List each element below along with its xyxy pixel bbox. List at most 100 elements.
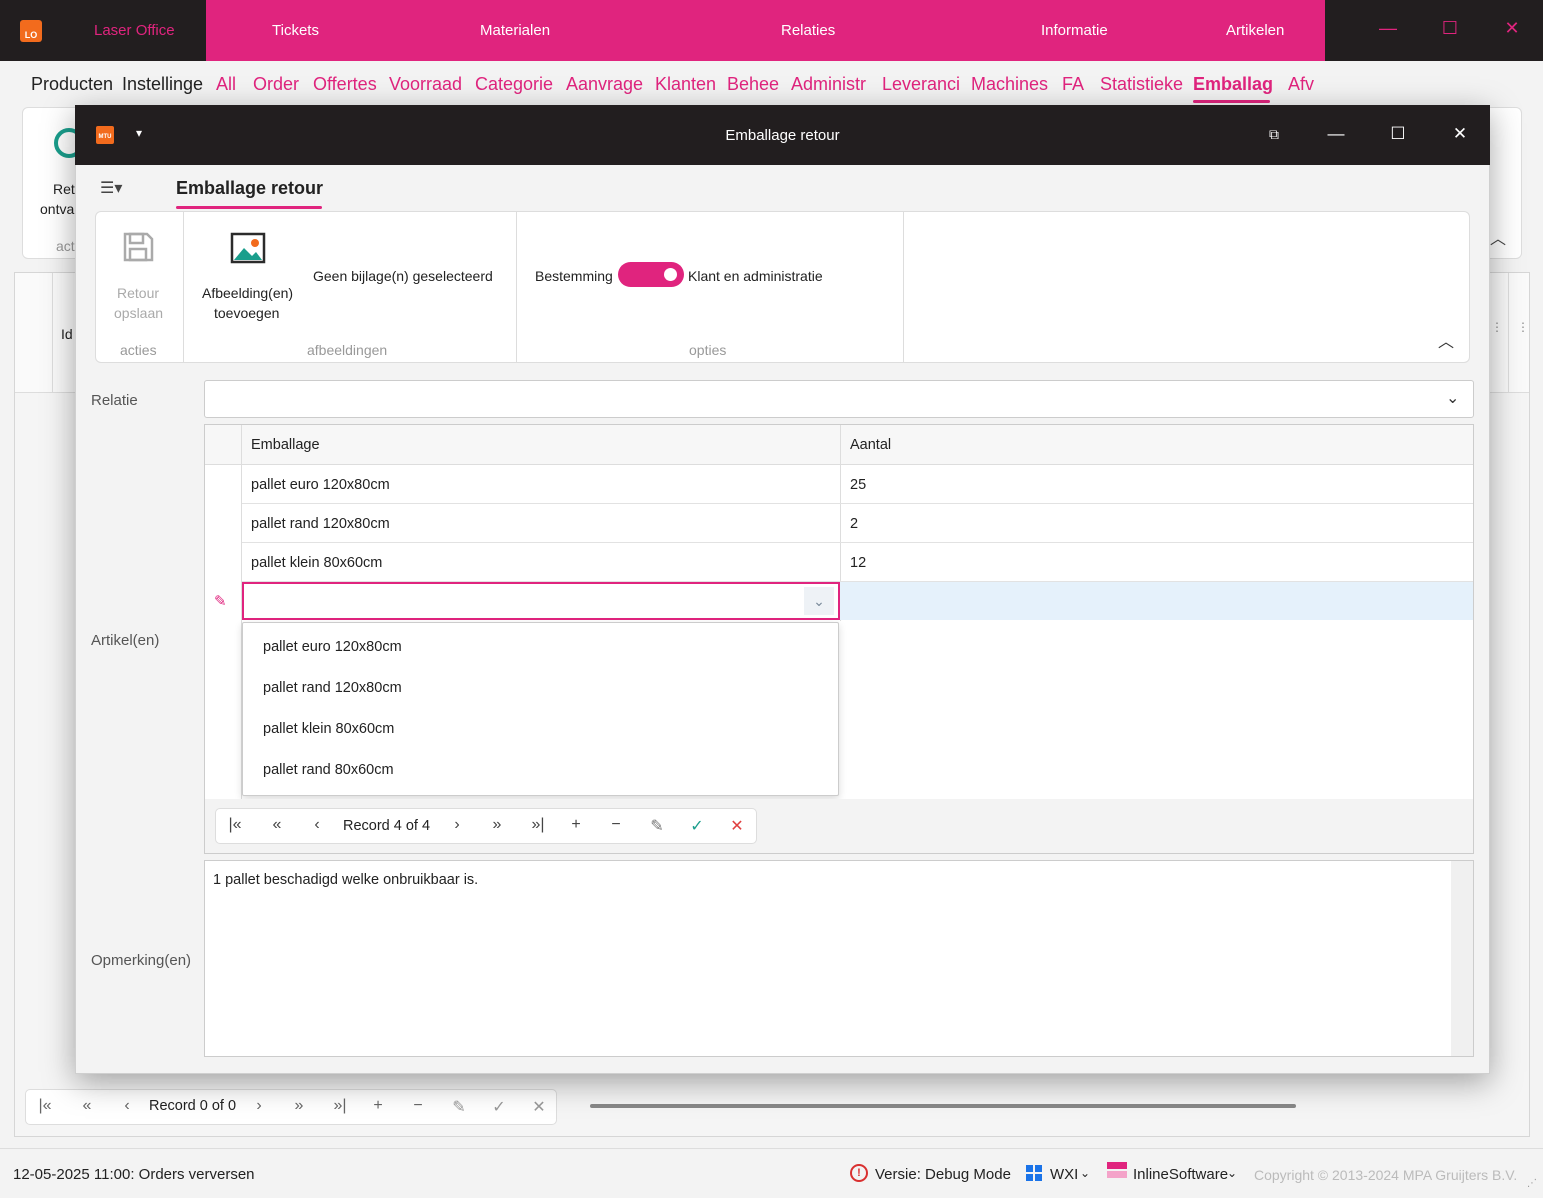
top-nav-tickets[interactable]: Tickets — [272, 22, 319, 39]
tab-emballage-retour[interactable]: Emballage retour — [176, 178, 323, 199]
tab-aanvrage[interactable]: Aanvrage — [566, 74, 643, 95]
close-icon[interactable]: ✕ — [1500, 18, 1524, 39]
dialog-maximize-icon[interactable]: ☐ — [1386, 124, 1410, 144]
tab-offertes[interactable]: Offertes — [313, 74, 377, 95]
ribbon-separator — [183, 212, 184, 362]
add-images-button[interactable]: Afbeelding(en) — [202, 285, 293, 301]
confirm-icon[interactable]: ✓ — [486, 1097, 512, 1117]
cell-emballage[interactable]: pallet euro 120x80cm — [251, 477, 390, 493]
chevron-up-icon[interactable]: ︿ — [1490, 225, 1506, 249]
menu-icon[interactable]: ☰▾ — [100, 178, 122, 198]
next-page-icon[interactable]: » — [286, 1097, 312, 1115]
relatie-combobox[interactable] — [204, 380, 1474, 418]
prev-record-icon[interactable]: ‹ — [114, 1097, 140, 1115]
tab-administratie[interactable]: Administr — [791, 74, 866, 95]
last-record-icon[interactable]: »| — [327, 1097, 353, 1115]
ribbon-group-afbeeldingen: afbeeldingen — [307, 342, 388, 358]
tab-afval[interactable]: Afv — [1288, 74, 1314, 95]
save-retour-button-line2[interactable]: opslaan — [114, 305, 163, 321]
dropdown-option[interactable]: pallet euro 120x80cm — [263, 639, 402, 655]
cell-emballage[interactable]: pallet klein 80x60cm — [251, 555, 382, 571]
cancel-record-icon[interactable]: ✕ — [724, 816, 750, 836]
opmerking-textarea[interactable] — [204, 860, 1474, 1057]
top-nav-informatie[interactable]: Informatie — [1041, 22, 1108, 39]
cell-aantal[interactable]: 2 — [850, 516, 858, 532]
tab-order[interactable]: Order — [253, 74, 299, 95]
resize-grip-icon[interactable]: ⋰ — [1527, 1178, 1537, 1189]
tab-all[interactable]: All — [216, 74, 236, 95]
dialog-close-icon[interactable]: ✕ — [1448, 124, 1472, 144]
tab-beheer[interactable]: Behee — [727, 74, 779, 95]
relatie-label: Relatie — [91, 392, 138, 409]
remove-icon[interactable]: − — [405, 1097, 431, 1115]
save-retour-button[interactable]: Retour — [117, 285, 159, 301]
tab-leveranciers[interactable]: Leveranci — [882, 74, 960, 95]
windows-icon — [1026, 1165, 1042, 1181]
destination-value: Klant en administratie — [688, 268, 823, 284]
add-record-icon[interactable]: + — [563, 816, 589, 834]
dialog-minimize-icon[interactable]: — — [1324, 124, 1348, 144]
tab-emballage[interactable]: Emballag — [1193, 74, 1273, 95]
theme-selector[interactable]: WXI — [1050, 1166, 1078, 1183]
ribbon-group-acties: acties — [120, 342, 157, 358]
cell-emballage[interactable]: pallet rand 120x80cm — [251, 516, 390, 532]
chevron-down-icon[interactable]: ⌄ — [1227, 1166, 1237, 1180]
first-record-icon[interactable]: |« — [222, 816, 248, 834]
last-record-icon[interactable]: »| — [525, 816, 551, 834]
dropdown-option[interactable]: pallet rand 120x80cm — [263, 680, 402, 696]
column-header-emballage[interactable]: Emballage — [251, 437, 320, 453]
prev-page-icon[interactable]: « — [264, 816, 290, 834]
vertical-scrollbar[interactable] — [1451, 861, 1473, 1056]
prev-record-icon[interactable]: ‹ — [304, 816, 330, 834]
grid-header — [205, 425, 1473, 465]
edit-record-icon[interactable]: ✎ — [644, 816, 670, 836]
horizontal-scrollbar[interactable] — [590, 1104, 1296, 1108]
warning-icon: ! — [850, 1164, 868, 1182]
maximize-icon[interactable]: ☐ — [1438, 18, 1462, 39]
minimize-icon[interactable]: — — [1376, 18, 1400, 39]
tab-categorie[interactable]: Categorie — [475, 74, 553, 95]
next-record-icon[interactable]: › — [444, 816, 470, 834]
cell-aantal-editing[interactable] — [840, 582, 1473, 620]
top-nav-artikelen[interactable]: Artikelen — [1226, 22, 1284, 39]
edit-icon[interactable]: ✎ — [446, 1097, 472, 1117]
more-icon: ⋮ — [1517, 320, 1529, 334]
dropdown-option[interactable]: pallet klein 80x60cm — [263, 721, 394, 737]
active-tab-indicator — [176, 206, 322, 209]
confirm-record-icon[interactable]: ✓ — [684, 816, 710, 836]
row-indicator-column — [205, 425, 242, 799]
next-record-icon[interactable]: › — [246, 1097, 272, 1115]
tab-fa[interactable]: FA — [1062, 74, 1084, 95]
collapse-ribbon-icon[interactable]: ︿ — [1438, 328, 1454, 352]
destination-label: Bestemming — [535, 268, 613, 284]
next-page-icon[interactable]: » — [484, 816, 510, 834]
restore-layout-icon[interactable]: ⧉ — [1262, 126, 1286, 143]
company-selector[interactable]: InlineSoftware — [1133, 1166, 1228, 1183]
tab-producten[interactable]: Producten — [31, 74, 113, 95]
tab-klanten[interactable]: Klanten — [655, 74, 716, 95]
opmerking-label: Opmerking(en) — [91, 952, 192, 969]
no-attachments-label: Geen bijlage(n) geselecteerd — [313, 268, 493, 284]
column-header-aantal[interactable]: Aantal — [850, 437, 891, 453]
top-nav-relaties[interactable]: Relaties — [781, 22, 835, 39]
chevron-down-icon[interactable]: ⌄ — [1080, 1166, 1090, 1180]
remove-record-icon[interactable]: − — [603, 816, 629, 834]
dropdown-option[interactable]: pallet rand 80x60cm — [263, 762, 394, 778]
first-record-icon[interactable]: |« — [32, 1097, 58, 1115]
cancel-icon[interactable]: ✕ — [526, 1097, 552, 1117]
cell-aantal[interactable]: 25 — [850, 477, 866, 493]
tab-machines[interactable]: Machines — [971, 74, 1048, 95]
tab-statistieken[interactable]: Statistieke — [1100, 74, 1183, 95]
prev-page-icon[interactable]: « — [74, 1097, 100, 1115]
chevron-down-icon[interactable]: ⌄ — [1446, 388, 1459, 408]
chevron-down-icon[interactable]: ⌄ — [804, 587, 834, 615]
ribbon-separator — [903, 212, 904, 362]
add-images-button-line2[interactable]: toevoegen — [214, 305, 279, 321]
cell-aantal[interactable]: 12 — [850, 555, 866, 571]
add-icon[interactable]: + — [365, 1097, 391, 1115]
emballage-editor-combobox[interactable] — [242, 582, 840, 620]
tab-voorraad[interactable]: Voorraad — [389, 74, 462, 95]
save-icon — [122, 231, 154, 263]
top-nav-materialen[interactable]: Materialen — [480, 22, 550, 39]
tab-instellingen[interactable]: Instellinge — [122, 74, 203, 95]
